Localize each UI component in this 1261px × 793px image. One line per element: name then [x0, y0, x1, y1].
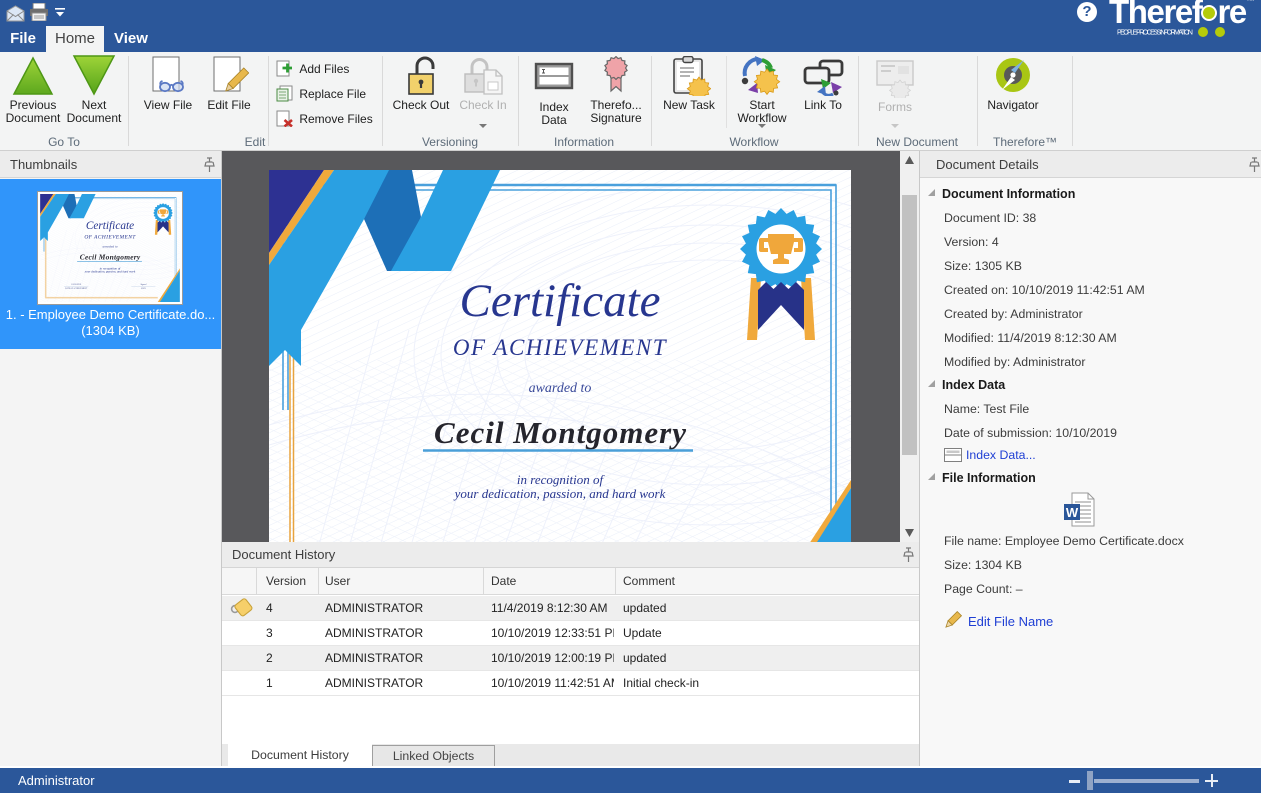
- svg-text:Certificate: Certificate: [459, 275, 660, 327]
- svg-text:awarded to: awarded to: [529, 381, 592, 396]
- svg-text:Cecil Montgomery: Cecil Montgomery: [434, 415, 686, 450]
- svg-text:PEOPLE PROCESS INFORMATION: PEOPLE PROCESS INFORMATION: [1117, 30, 1193, 37]
- svg-text:in recognition of: in recognition of: [517, 472, 606, 487]
- svg-text:OF ACHIEVEMENT: OF ACHIEVEMENT: [453, 335, 668, 360]
- svg-text:your dedication, passion, and: your dedication, passion, and hard work: [453, 486, 666, 501]
- svg-text:W: W: [1066, 505, 1079, 520]
